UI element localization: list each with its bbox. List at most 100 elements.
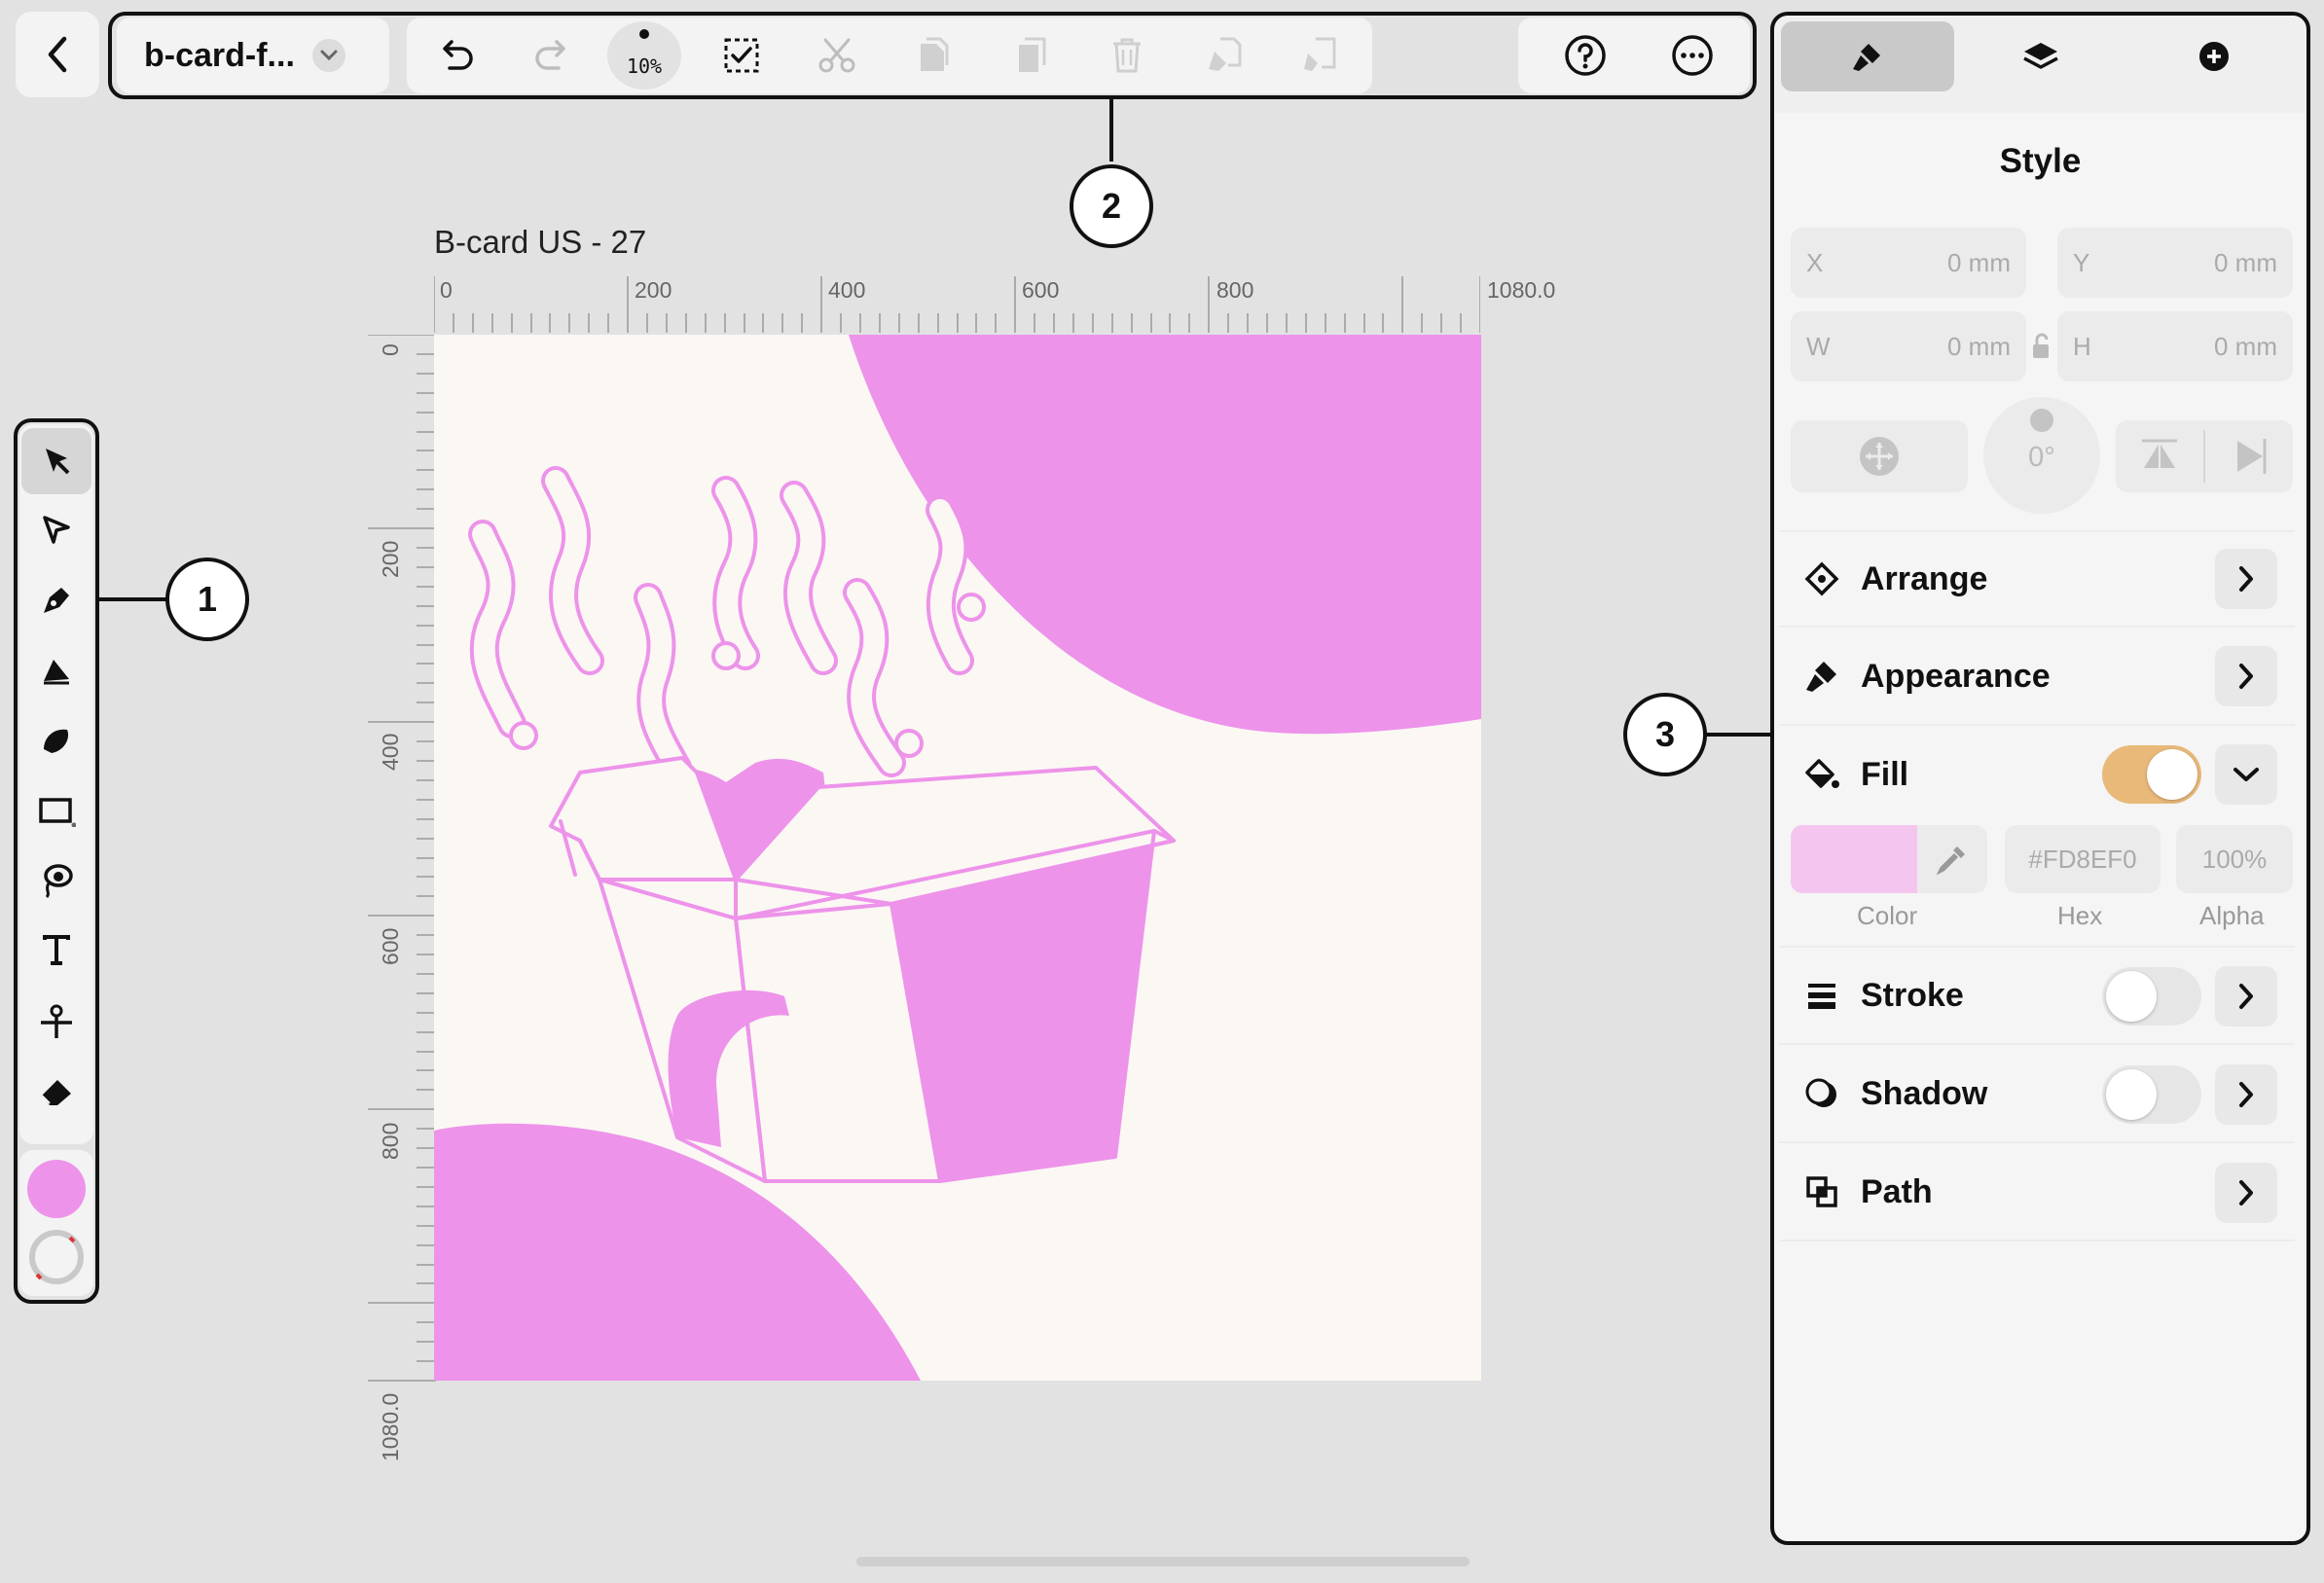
home-indicator[interactable] [856,1557,1470,1566]
document-filename: b-card-f... [144,36,295,74]
more-icon[interactable] [1666,29,1719,82]
blob-brush-icon [44,729,69,753]
fill-toggle[interactable] [2102,745,2201,804]
arrange-expand-button[interactable] [2215,549,2277,609]
paste-style-icon[interactable] [1292,31,1347,80]
zoom-level: 10% [626,54,663,78]
pen-nib-icon [44,588,69,613]
style-tab[interactable] [1781,21,1954,91]
scissors-tool[interactable] [21,989,91,1053]
horizontal-ruler [433,263,1481,333]
lasso-fill-tool[interactable] [21,848,91,913]
chevron-right-icon [2239,566,2253,592]
pencil-tool[interactable] [21,708,91,773]
chevron-right-icon [2239,664,2253,689]
v-ruler-label-0: 0 [378,343,403,356]
paint-bucket-icon [1802,757,1841,792]
select-all-icon[interactable] [714,31,769,80]
lasso-icon [44,864,73,899]
bottom-left-circle-shape [434,1123,921,1381]
flip-group [2116,420,2293,492]
path-operations-icon [1802,1175,1841,1208]
aspect-lock-icon[interactable] [2028,329,2055,364]
color-label: Color [1857,901,1918,930]
callout-2: 2 [1070,164,1153,248]
shape-tool[interactable] [21,778,91,843]
h-ruler-label-600: 600 [1022,277,1060,303]
help-icon[interactable] [1559,29,1612,82]
fill-hex-field[interactable]: #FD8EF0 [2005,825,2161,893]
chevron-down-icon [2233,768,2259,781]
h-ruler-label-400: 400 [828,277,866,303]
appearance-expand-button[interactable] [2215,646,2277,706]
fill-collapse-button[interactable] [2215,744,2277,805]
copy-icon[interactable] [905,31,960,80]
fill-alpha-field[interactable]: 100% [2176,825,2293,893]
flip-vertical-icon[interactable] [2116,420,2203,492]
brush-nib-icon [44,660,69,685]
flip-horizontal-icon[interactable] [2205,420,2293,492]
arrow-pointer-icon [46,449,70,475]
zoom-indicator[interactable]: 10% [607,21,681,90]
y-field[interactable]: Y0 mm [2057,228,2293,298]
fill-color-well[interactable] [1791,825,1987,893]
chevron-right-icon [2239,1082,2253,1107]
eraser-tool[interactable] [21,1059,91,1123]
insert-tab[interactable] [2127,21,2301,91]
arrange-icon [1802,561,1841,596]
v-ruler-label-200: 200 [378,540,403,578]
h-ruler-label-end: 1080.0 [1487,277,1556,303]
h-ruler-label-200: 200 [635,277,672,303]
chevron-left-icon [48,36,67,73]
h-ruler-label-800: 800 [1216,277,1254,303]
select-tool[interactable] [21,428,91,494]
panel-title: Style [1999,142,2082,180]
redo-icon[interactable] [524,31,582,80]
layers-tab[interactable] [1954,21,2127,91]
move-button[interactable] [1791,420,1968,492]
artboard-title: B-card US - 27 [434,224,647,260]
chevron-down-icon [311,39,345,72]
back-button[interactable] [16,12,99,97]
callout-3-line [1705,733,1771,737]
v-ruler-label-end: 1080.0 [378,1392,403,1461]
fill-color-swatch[interactable] [27,1160,86,1218]
add-icon [2199,42,2229,71]
delete-icon[interactable] [1100,31,1154,80]
text-t-icon [43,935,70,965]
callout-2-line [1109,99,1113,162]
v-ruler-label-800: 800 [378,1122,403,1160]
text-tool[interactable] [21,918,91,983]
rectangle-icon [39,798,76,827]
fill-color-preview [1791,825,1917,893]
x-field[interactable]: X0 mm [1791,228,2026,298]
vector-brush-tool[interactable] [21,638,91,702]
callout-3: 3 [1623,693,1707,776]
h-field[interactable]: H0 mm [2057,311,2293,381]
stroke-toggle[interactable] [2102,967,2201,1025]
artboard-canvas[interactable] [434,335,1481,1381]
layers-icon [2023,43,2058,69]
shadow-icon [1802,1077,1841,1110]
shadow-toggle[interactable] [2102,1065,2201,1124]
w-field[interactable]: W0 mm [1791,311,2026,381]
paste-icon[interactable] [1004,31,1059,80]
v-ruler-label-600: 600 [378,927,403,965]
cut-icon[interactable] [810,31,864,80]
knife-icon [41,1004,72,1038]
copy-style-icon[interactable] [1197,31,1252,80]
stroke-expand-button[interactable] [2215,966,2277,1026]
pen-tool[interactable] [21,568,91,632]
undo-icon[interactable] [426,31,485,80]
vertical-ruler [368,334,436,1385]
path-expand-button[interactable] [2215,1163,2277,1223]
stroke-color-swatch[interactable] [27,1228,86,1286]
v-ruler-label-400: 400 [378,733,403,771]
rotation-dial[interactable]: 0° [1983,397,2100,514]
document-name-button[interactable]: b-card-f... [117,18,389,93]
hex-label: Hex [2057,901,2103,930]
callout-1-line [99,597,167,601]
shadow-expand-button[interactable] [2215,1064,2277,1125]
direct-select-tool[interactable] [21,498,91,562]
eyedropper-icon[interactable] [1917,825,1987,893]
